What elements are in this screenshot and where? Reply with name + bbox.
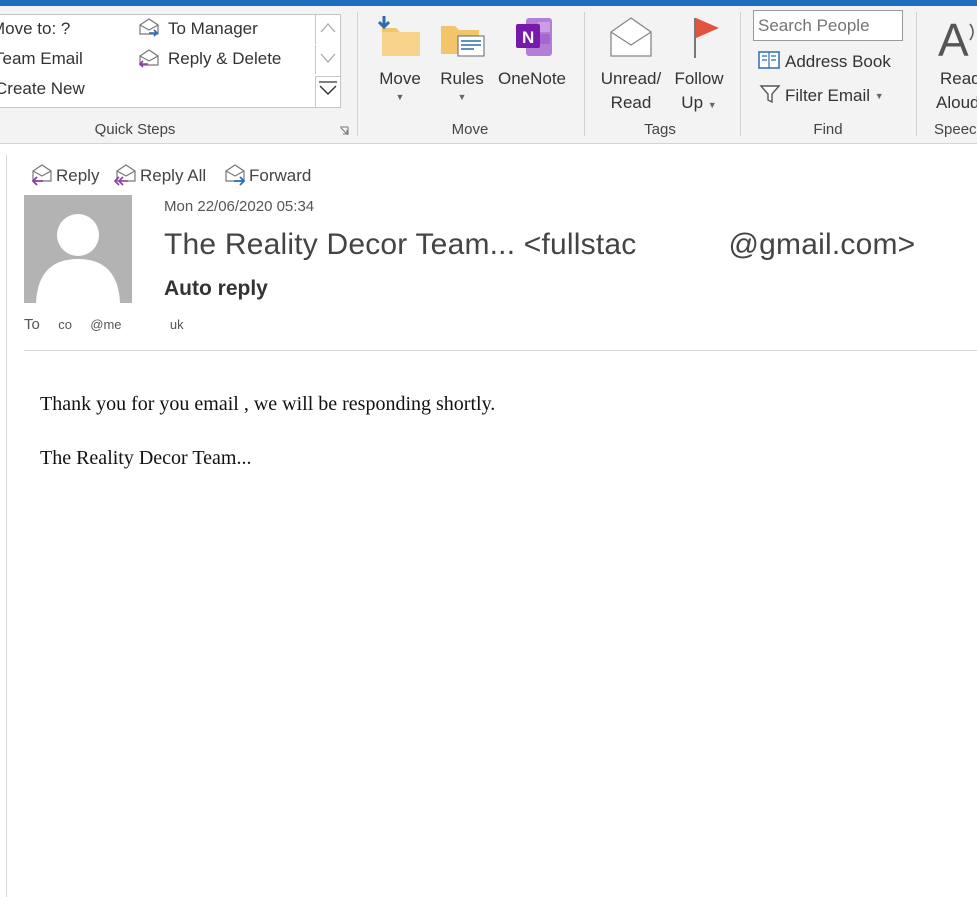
recipient-part[interactable]: co bbox=[58, 317, 72, 332]
unread-line2: Read bbox=[610, 93, 652, 112]
sender-line: The Reality Decor Team... <fullstac @gmai… bbox=[164, 228, 915, 262]
follow-line2: Up bbox=[681, 93, 704, 112]
folder-move-icon bbox=[377, 16, 420, 56]
read-line1: Read bbox=[940, 69, 977, 88]
rules-icon bbox=[441, 26, 485, 57]
follow-up-button[interactable]: Follow Up ▼ bbox=[668, 14, 730, 117]
dropdown-arrow-icon: ▼ bbox=[395, 92, 405, 102]
ribbon-separator bbox=[357, 12, 358, 136]
ribbon: Move to: ? Team Email Create New To Mana… bbox=[0, 6, 977, 144]
quick-step-team-email[interactable]: Team Email bbox=[0, 49, 83, 69]
flag-icon bbox=[694, 18, 719, 58]
person-silhouette-icon bbox=[36, 214, 120, 303]
ribbon-separator bbox=[584, 12, 585, 136]
forward-button[interactable]: Forward bbox=[223, 162, 311, 186]
unread-read-button[interactable]: Unread/ Read bbox=[597, 14, 665, 115]
dropdown-arrow-icon: ▼ bbox=[874, 91, 884, 101]
reply-all-button[interactable]: Reply All bbox=[113, 162, 207, 186]
dialog-launcher-icon[interactable] bbox=[339, 126, 349, 136]
avatar bbox=[24, 195, 132, 303]
dropdown-arrow-icon: ▼ bbox=[707, 100, 717, 110]
ribbon-separator bbox=[916, 12, 917, 136]
reply-icon bbox=[31, 164, 52, 186]
unread-line1: Unread/ bbox=[600, 69, 662, 88]
search-people-input[interactable] bbox=[753, 10, 903, 41]
filter-email-label: Filter Email bbox=[785, 86, 871, 105]
gallery-expand-button[interactable] bbox=[315, 76, 340, 107]
onenote-button[interactable]: N OneNote bbox=[494, 14, 570, 91]
recipient-part[interactable]: @me bbox=[90, 317, 121, 332]
svg-text:N: N bbox=[522, 28, 534, 47]
chevron-up-icon bbox=[320, 23, 336, 33]
onenote-label: OneNote bbox=[497, 69, 567, 88]
read-aloud-button[interactable]: A Read Aloud bbox=[930, 14, 977, 115]
envelope-open-icon bbox=[610, 17, 652, 57]
reading-pane-border bbox=[6, 155, 7, 897]
to-label: To bbox=[24, 316, 40, 333]
read-line2: Aloud bbox=[936, 93, 977, 112]
filter-email-button[interactable]: Filter Email ▼ bbox=[759, 84, 884, 106]
address-book-label: Address Book bbox=[785, 52, 891, 71]
address-book-icon bbox=[758, 51, 780, 69]
tags-group-label: Tags bbox=[644, 121, 676, 138]
message-subject: Auto reply bbox=[164, 277, 268, 300]
forward-icon bbox=[225, 164, 246, 186]
sender-name[interactable]: The Reality Decor Team... bbox=[164, 228, 515, 261]
message-date: Mon 22/06/2020 05:34 bbox=[164, 198, 315, 215]
reply-all-icon bbox=[113, 164, 136, 186]
find-group-label: Find bbox=[813, 121, 843, 138]
read-aloud-icon: A bbox=[938, 14, 974, 66]
envelope-reply-icon bbox=[138, 49, 159, 68]
gallery-scroll-up[interactable] bbox=[315, 15, 340, 44]
envelope-forward-icon bbox=[139, 18, 159, 37]
rules-label: Rules bbox=[440, 69, 484, 88]
gallery-scroll-down[interactable] bbox=[315, 45, 340, 74]
reply-label: Reply bbox=[56, 166, 100, 185]
speech-group-label: Speech bbox=[934, 121, 977, 138]
reply-all-label: Reply All bbox=[140, 166, 207, 185]
sender-email-start: <fullstac bbox=[523, 228, 637, 261]
forward-label: Forward bbox=[249, 166, 312, 185]
sender-email-end: @gmail.com> bbox=[728, 228, 916, 261]
move-label: Move bbox=[379, 69, 421, 88]
recipient-part[interactable]: uk bbox=[170, 317, 184, 332]
quick-steps-group-label: Quick Steps bbox=[94, 121, 176, 138]
gallery-expand-icon bbox=[319, 81, 337, 95]
header-divider bbox=[24, 350, 977, 351]
follow-line2-wrap: Up ▼ bbox=[668, 91, 730, 117]
svg-text:A: A bbox=[938, 14, 969, 60]
filter-icon bbox=[759, 85, 781, 104]
quick-step-reply-delete-label: Reply & Delete bbox=[168, 49, 282, 68]
quick-step-move-to[interactable]: Move to: ? bbox=[0, 19, 70, 39]
reply-button[interactable]: Reply bbox=[30, 162, 99, 186]
move-group-label: Move bbox=[451, 121, 489, 138]
ribbon-separator bbox=[740, 12, 741, 136]
quick-step-to-manager-label: To Manager bbox=[168, 19, 258, 38]
rules-button[interactable]: Rules ▼ bbox=[437, 14, 487, 103]
quick-steps-gallery: Move to: ? Team Email Create New To Mana… bbox=[0, 14, 341, 108]
onenote-icon: N bbox=[516, 18, 552, 56]
follow-line1: Follow bbox=[674, 69, 724, 88]
address-book-button[interactable]: Address Book bbox=[757, 50, 891, 72]
quick-step-create-new[interactable]: Create New bbox=[0, 79, 85, 99]
dropdown-arrow-icon: ▼ bbox=[457, 92, 467, 102]
body-paragraph: The Reality Decor Team... bbox=[40, 447, 252, 469]
move-button[interactable]: Move ▼ bbox=[372, 14, 428, 103]
body-paragraph: Thank you for you email , we will be res… bbox=[40, 393, 496, 415]
recipient-row: To co @me uk bbox=[24, 316, 184, 333]
chevron-down-icon bbox=[320, 53, 336, 63]
